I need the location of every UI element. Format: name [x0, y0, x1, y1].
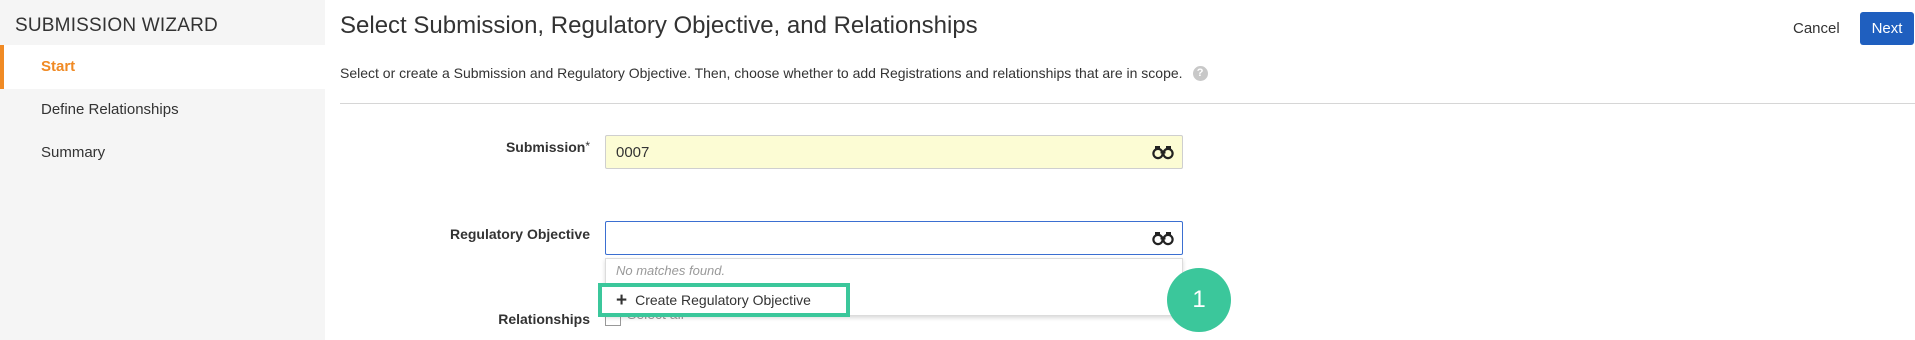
- wizard-sidebar: SUBMISSION WIZARD Start Define Relations…: [0, 0, 325, 340]
- step-badge: 1: [1167, 268, 1231, 332]
- submission-label: Submission*: [325, 139, 590, 155]
- regulatory-objective-input[interactable]: [606, 222, 1146, 254]
- cancel-button[interactable]: Cancel: [1793, 16, 1840, 42]
- submission-label-text: Submission: [505, 139, 586, 155]
- lookup-dropdown: No matches found. + Create Regulatory Ob…: [598, 258, 1183, 317]
- regulatory-objective-label: Regulatory Objective: [449, 226, 590, 242]
- main-panel: Select Submission, Regulatory Objective,…: [325, 0, 1915, 340]
- binoculars-icon[interactable]: [1152, 230, 1174, 246]
- no-matches-text: No matches found.: [616, 263, 726, 278]
- sidebar-item-start[interactable]: Start: [0, 45, 325, 89]
- create-regulatory-objective-option[interactable]: + Create Regulatory Objective: [598, 283, 850, 317]
- regulatory-objective-field: [605, 221, 1183, 255]
- help-icon[interactable]: ?: [1192, 65, 1208, 81]
- binoculars-icon[interactable]: [1152, 144, 1174, 160]
- sidebar-item-define-relationships[interactable]: Define Relationships: [0, 88, 325, 132]
- relationships-label: Relationships: [498, 311, 590, 327]
- divider: [340, 103, 1915, 104]
- instructions-text: Select or create a Submission and Regula…: [340, 65, 1183, 81]
- required-mark: *: [585, 139, 590, 153]
- submission-input[interactable]: [606, 136, 1146, 168]
- page-title: Select Submission, Regulatory Objective,…: [340, 12, 978, 39]
- instructions: Select or create a Submission and Regula…: [340, 65, 1208, 81]
- next-button[interactable]: Next: [1860, 12, 1914, 45]
- sidebar-title: SUBMISSION WIZARD: [15, 15, 218, 36]
- sidebar-item-summary[interactable]: Summary: [0, 131, 325, 175]
- create-option-label: Create Regulatory Objective: [635, 292, 811, 308]
- plus-icon: +: [616, 289, 628, 311]
- submission-field: [605, 135, 1183, 169]
